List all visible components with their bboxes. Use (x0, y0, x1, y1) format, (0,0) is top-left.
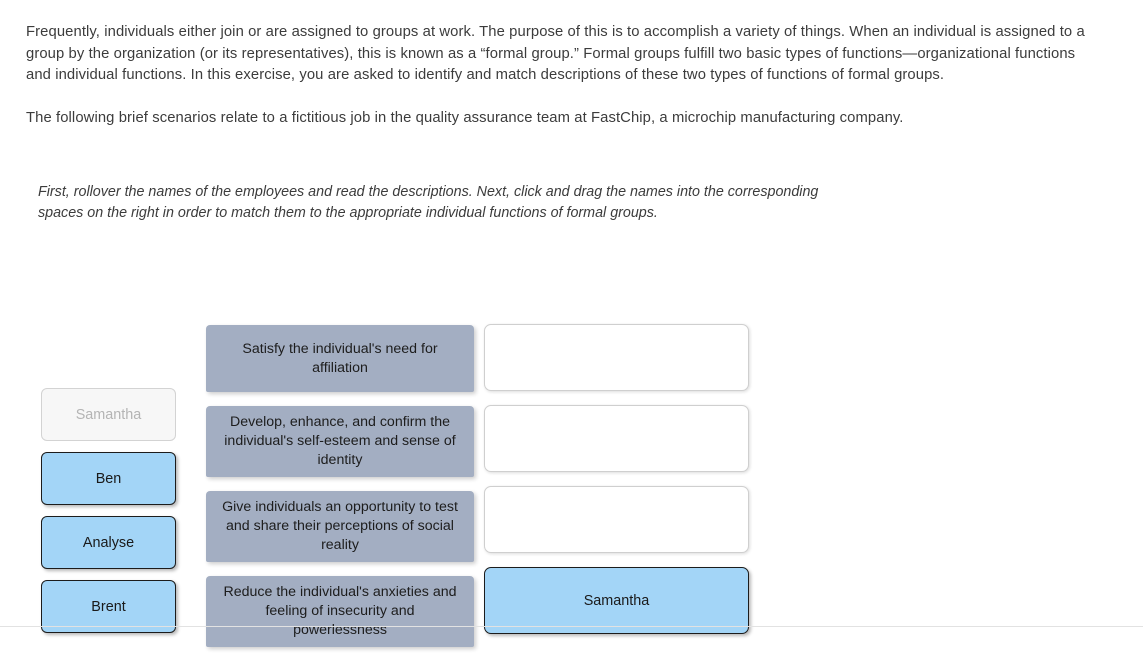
bottom-divider (0, 626, 1143, 627)
description-card-text: Develop, enhance, and confirm the indivi… (224, 414, 456, 468)
name-card-label: Ben (95, 470, 122, 487)
drop-zone-label: Samantha (583, 592, 650, 609)
description-card-text: Give individuals an opportunity to test … (222, 499, 458, 553)
matching-exercise: Samantha Ben Analyse Brent Satisfy the i… (0, 0, 1143, 647)
name-card-label: Brent (91, 598, 126, 615)
name-card-samantha[interactable]: Samantha (41, 388, 176, 441)
name-card-label: Analyse (82, 534, 135, 551)
drop-zone-3[interactable] (484, 486, 749, 553)
drop-zone-column: Samantha (484, 324, 749, 648)
drop-zone-1[interactable] (484, 324, 749, 391)
name-card-ben[interactable]: Ben (41, 452, 176, 505)
drop-zone-2[interactable] (484, 405, 749, 472)
name-card-label: Samantha (75, 406, 142, 423)
description-card-4[interactable]: Reduce the individual's anxieties and fe… (206, 576, 474, 647)
description-column: Satisfy the individual's need for affili… (206, 325, 474, 661)
description-card-1[interactable]: Satisfy the individual's need for affili… (206, 325, 474, 392)
description-card-3[interactable]: Give individuals an opportunity to test … (206, 491, 474, 562)
description-card-text: Reduce the individual's anxieties and fe… (223, 584, 457, 638)
description-card-text: Satisfy the individual's need for affili… (242, 340, 438, 376)
description-card-2[interactable]: Develop, enhance, and confirm the indivi… (206, 406, 474, 477)
draggable-names-column: Samantha Ben Analyse Brent (41, 388, 176, 644)
name-card-analyse[interactable]: Analyse (41, 516, 176, 569)
drop-zone-4[interactable]: Samantha (484, 567, 749, 634)
